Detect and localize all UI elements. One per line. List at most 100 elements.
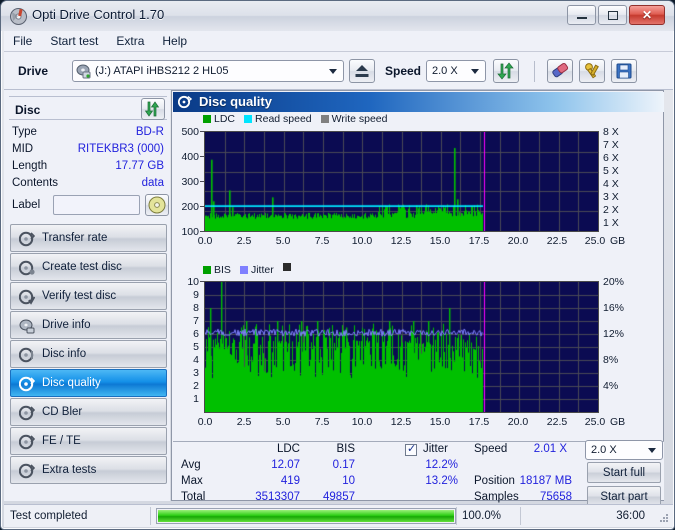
ldc-xtick-7: 17.5 [468, 235, 490, 247]
ldc-y2tick-3x: 3 X [603, 191, 619, 203]
bis-xtick-10: 25.0 [584, 416, 606, 428]
disc-icon [148, 196, 166, 214]
eject-button[interactable] [349, 59, 375, 83]
bis-ytick-7: 7 [193, 315, 199, 327]
stats-avg-bis: 0.17 [332, 459, 355, 471]
stats-speed-label: Speed [474, 443, 508, 455]
disc-fete-icon [19, 434, 35, 450]
close-icon: ✕ [641, 8, 653, 22]
sidebar-item-drive-info[interactable]: Drive info [10, 311, 167, 339]
content-panel: Disc quality LDC Read speed Write speed … [171, 90, 664, 507]
sidebar-item-disc-info[interactable]: Disc info [10, 340, 167, 368]
stats-speed-value: 2.01 X [533, 443, 567, 455]
bis-jitter-chart: BIS Jitter 10 9 8 7 6 5 4 3 2 1 20% 16% … [172, 263, 663, 441]
bis-plot-area [204, 281, 599, 413]
maximize-icon [599, 6, 626, 24]
title-bar: Opti Drive Control 1.70 ✕ [1, 1, 674, 31]
speed-select[interactable]: 2.0 X [426, 60, 486, 82]
ldc-xtick-1: 2.5 [236, 235, 252, 247]
status-bar: Test completed 100.0% 36:00 [4, 504, 673, 527]
ldc-y2tick-1x: 1 X [603, 217, 619, 229]
stats-header-bis: BIS [336, 443, 355, 455]
sidebar-item-transfer-rate[interactable]: Transfer rate [10, 224, 167, 252]
bis-xtick-7: 17.5 [468, 416, 490, 428]
ldc-ytick-400: 400 [181, 151, 199, 163]
refresh-icon [144, 101, 160, 117]
erase-button[interactable] [547, 59, 573, 83]
progress-bar [156, 508, 456, 524]
drive-select-arrow[interactable] [324, 62, 342, 80]
tools-button[interactable] [579, 59, 605, 83]
speed-select-arrow[interactable] [466, 62, 484, 80]
ldc-y2tick-5x: 5 X [603, 165, 619, 177]
speed-select-value: 2.0 X [432, 65, 458, 77]
minimize-button[interactable] [567, 5, 596, 25]
menu-item-start-test[interactable]: Start test [41, 32, 107, 50]
bis-xtick-4: 10.0 [351, 416, 373, 428]
stats-max-bis: 10 [342, 475, 355, 487]
disc-label-button[interactable] [145, 194, 169, 216]
stats-header-jitter: Jitter [423, 443, 448, 455]
ldc-xtick-8: 20.0 [507, 235, 529, 247]
test-speed-select[interactable]: 2.0 X [585, 440, 663, 460]
save-button[interactable] [611, 59, 637, 83]
disc-burn-icon [19, 260, 35, 276]
bis-xtick-9: 22.5 [546, 416, 568, 428]
sidebar-item-cd-bler[interactable]: CD Bler [10, 398, 167, 426]
menu-item-extra[interactable]: Extra [107, 32, 153, 50]
stats-total-ldc: 3513307 [255, 491, 300, 503]
drive-select[interactable]: (J:) ATAPI iHBS212 2 HL05 [72, 60, 344, 82]
disc-row-length-label: Length [12, 160, 48, 172]
disc-quality-icon [178, 95, 192, 109]
status-message: Test completed [10, 510, 88, 522]
start-full-button[interactable]: Start full [587, 462, 661, 483]
sidebar-item-verify-test-disc[interactable]: Verify test disc [10, 282, 167, 310]
ldc-chart-legend: LDC Read speed Write speed [203, 113, 394, 125]
test-speed-select-arrow[interactable] [643, 442, 661, 458]
stats-header-ldc: LDC [276, 443, 300, 455]
legend-swatch-ldc [203, 115, 211, 123]
sidebar-item-label: Disc info [42, 348, 87, 360]
elapsed-time: 36:00 [616, 510, 645, 522]
disc-section-header: Disc [9, 96, 167, 120]
disc-refresh-button[interactable] [141, 98, 165, 120]
stats-row-avg-label: Avg [181, 459, 201, 471]
sidebar-item-create-test-disc[interactable]: Create test disc [10, 253, 167, 281]
eject-icon [356, 65, 368, 71]
sidebar-item-label: CD Bler [42, 406, 83, 418]
ldc-xtick-4: 10.0 [351, 235, 373, 247]
toolbar-separator [534, 61, 535, 82]
app-window: Opti Drive Control 1.70 ✕ File Start tes… [0, 0, 675, 530]
legend-label-ldc: LDC [214, 113, 236, 125]
disc-row-contents: Contents data [12, 177, 164, 193]
sidebar-item-label: Disc quality [42, 377, 101, 389]
disc-speed-icon [19, 231, 35, 247]
jitter-checkbox[interactable] [405, 442, 417, 456]
sidebar-item-disc-quality[interactable]: Disc quality [10, 369, 167, 397]
ldc-plot-area [204, 131, 599, 232]
maximize-button[interactable] [598, 5, 627, 25]
chevron-down-icon [648, 447, 656, 453]
app-icon [10, 8, 27, 25]
close-button[interactable]: ✕ [629, 5, 665, 25]
disc-label-row: Label [12, 194, 169, 217]
menu-item-file[interactable]: File [4, 32, 41, 50]
bis-xaxis-unit: GB [610, 416, 626, 428]
legend-label-jitter: Jitter [250, 263, 274, 276]
refresh-button[interactable] [493, 59, 519, 83]
bis-ytick-5: 5 [193, 341, 199, 353]
sidebar-item-extra-tests[interactable]: Extra tests [10, 456, 167, 484]
stats-samples-value: 75658 [540, 491, 572, 503]
resize-grip[interactable] [659, 514, 669, 524]
stats-max-jitter: 13.2% [425, 475, 458, 487]
ldc-y2tick-6x: 6 X [603, 152, 619, 164]
stats-panel: LDC BIS Jitter Avg 12.07 0.17 12.2% Max … [173, 440, 664, 507]
bis-xtick-2: 5.0 [275, 416, 291, 428]
stats-max-ldc: 419 [280, 475, 300, 487]
bis-y2tick-4: 4% [603, 380, 619, 392]
disc-label-input[interactable] [53, 195, 140, 215]
ldc-ytick-200: 200 [181, 201, 199, 213]
sidebar-item-fe-te[interactable]: FE / TE [10, 427, 167, 455]
menu-item-help[interactable]: Help [153, 32, 196, 50]
bis-ytick-3: 3 [193, 367, 199, 379]
